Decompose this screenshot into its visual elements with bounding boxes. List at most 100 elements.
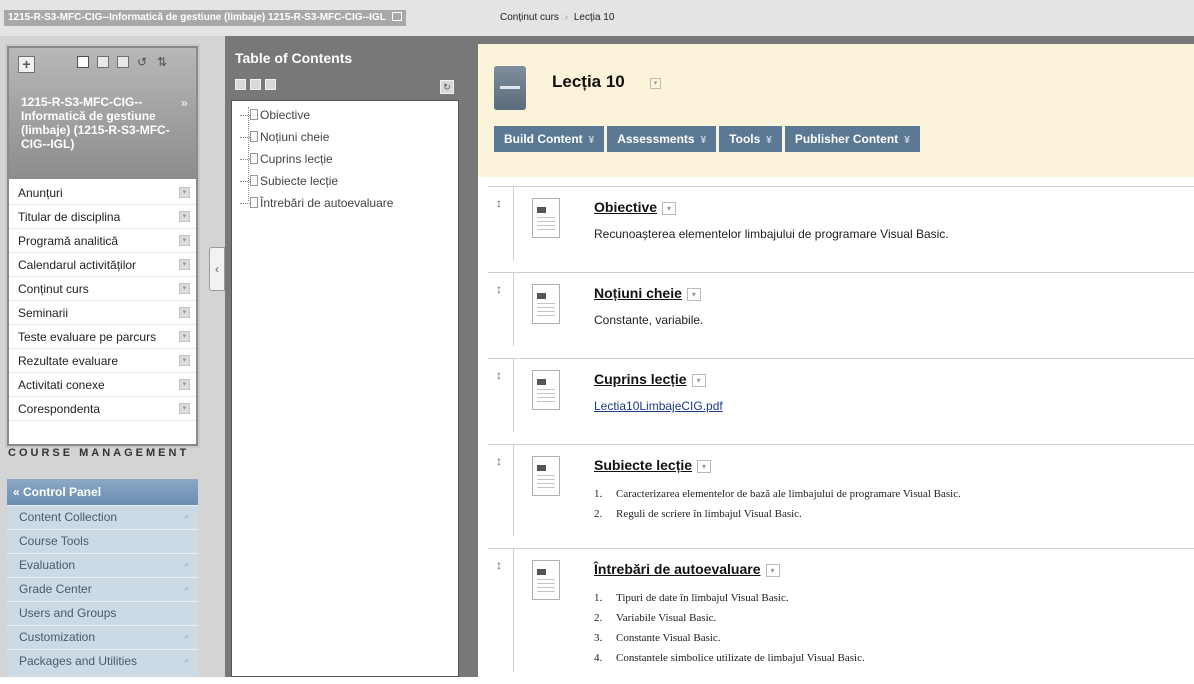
breadcrumb-section[interactable]: Conținut curs: [500, 12, 559, 23]
drag-handle-icon[interactable]: ↕: [496, 369, 506, 381]
collapse-menu-button[interactable]: ‹: [209, 247, 225, 291]
expand-arrow-icon[interactable]: »: [181, 583, 192, 594]
refresh-icon[interactable]: ↺: [137, 56, 149, 68]
drag-handle-icon[interactable]: ↕: [496, 283, 506, 295]
control-panel-item[interactable]: Users and Groups: [7, 601, 198, 625]
item-menu-icon[interactable]: ▾: [179, 379, 190, 390]
course-menu-item-label[interactable]: Rezultate evaluare: [18, 354, 118, 368]
course-menu-item-label[interactable]: Seminarii: [18, 306, 68, 320]
item-title[interactable]: Întrebări de autoevaluare: [594, 561, 761, 577]
course-menu-item[interactable]: Activitati conexe ▾: [9, 373, 196, 397]
control-panel-item-label[interactable]: Content Collection: [19, 510, 117, 524]
control-panel-item[interactable]: Content Collection »: [7, 505, 198, 529]
breadcrumb-menu-icon[interactable]: [392, 12, 403, 21]
item-menu-icon[interactable]: ▾: [179, 331, 190, 342]
item-menu-icon[interactable]: ▾: [179, 259, 190, 270]
page-options-icon[interactable]: ▾: [650, 78, 661, 89]
add-menu-item-button[interactable]: +: [18, 56, 35, 73]
course-menu-item[interactable]: Programă analitică ▾: [9, 229, 196, 253]
control-panel-item-label[interactable]: Users and Groups: [19, 606, 116, 620]
tools-button[interactable]: Tools ¥: [719, 126, 782, 152]
item-title[interactable]: Obiective: [594, 199, 657, 215]
toc-item-label[interactable]: Cuprins lecție: [260, 152, 333, 166]
course-menu-item[interactable]: Corespondenta ▾: [9, 397, 196, 421]
control-panel-item-label[interactable]: Packages and Utilities: [19, 654, 137, 668]
control-panel-item-label[interactable]: Customization: [19, 630, 95, 644]
course-menu-item[interactable]: Seminarii ▾: [9, 301, 196, 325]
toc-item-label[interactable]: Noțiuni cheie: [260, 130, 329, 144]
course-title[interactable]: 1215-R-S3-MFC-CIG--Informatică de gestiu…: [21, 95, 171, 151]
drag-handle-icon[interactable]: ↕: [496, 559, 506, 571]
control-panel-item[interactable]: Course Tools: [7, 529, 198, 553]
control-panel-header[interactable]: « Control Panel: [7, 479, 198, 505]
course-menu-item[interactable]: Rezultate evaluare ▾: [9, 349, 196, 373]
control-panel-label[interactable]: Control Panel: [23, 485, 101, 499]
course-menu-item-label[interactable]: Programă analitică: [18, 234, 118, 248]
breadcrumb-course-label[interactable]: 1215-R-S3-MFC-CIG--Informatică de gestiu…: [8, 12, 386, 23]
course-menu-item-label[interactable]: Activitati conexe: [18, 378, 105, 392]
control-panel-item[interactable]: Customization »: [7, 625, 198, 649]
drag-handle-icon[interactable]: ↕: [496, 197, 506, 209]
item-title[interactable]: Noțiuni cheie: [594, 285, 682, 301]
item-menu-icon[interactable]: ▾: [179, 235, 190, 246]
course-menu-item-label[interactable]: Anunțuri: [18, 186, 63, 200]
publisher-content-button[interactable]: Publisher Content ¥: [784, 126, 920, 152]
control-panel-item-label[interactable]: Grade Center: [19, 582, 92, 596]
item-menu-icon[interactable]: ▾: [179, 403, 190, 414]
item-menu-icon[interactable]: ▾: [179, 211, 190, 222]
assessments-button[interactable]: Assessments ¥: [607, 126, 717, 152]
assessments-label[interactable]: Assessments: [617, 132, 694, 146]
toc-item-label[interactable]: Întrebări de autoevaluare: [260, 196, 393, 210]
drag-handle-icon[interactable]: ↕: [496, 455, 506, 467]
control-panel-item[interactable]: Packages and Utilities »: [7, 649, 198, 673]
control-panel-item-label[interactable]: Course Tools: [19, 534, 89, 548]
toc-refresh-icon[interactable]: ↻: [440, 80, 454, 94]
item-options-icon[interactable]: ▾: [697, 460, 712, 473]
collapse-all-icon[interactable]: [250, 79, 261, 90]
course-menu-item-label[interactable]: Calendarul activităților: [18, 258, 136, 272]
course-menu-item[interactable]: Calendarul activităților ▾: [9, 253, 196, 277]
toc-item[interactable]: Subiecte lecție: [240, 173, 393, 195]
item-menu-icon[interactable]: ▾: [179, 187, 190, 198]
expand-arrow-icon[interactable]: »: [181, 655, 192, 666]
course-menu-item[interactable]: Anunțuri ▾: [9, 181, 196, 205]
item-menu-icon[interactable]: ▾: [179, 307, 190, 318]
toc-item[interactable]: Noțiuni cheie: [240, 129, 393, 151]
toc-options-icon[interactable]: [265, 79, 276, 90]
course-menu-item[interactable]: Teste evaluare pe parcurs ▾: [9, 325, 196, 349]
expand-arrow-icon[interactable]: »: [181, 559, 192, 570]
build-content-label[interactable]: Build Content: [504, 132, 583, 146]
item-menu-icon[interactable]: ▾: [179, 283, 190, 294]
course-title-arrow-icon[interactable]: »: [181, 96, 188, 110]
breadcrumb-course[interactable]: 1215-R-S3-MFC-CIG--Informatică de gestiu…: [4, 10, 407, 26]
expand-all-icon[interactable]: [235, 79, 246, 90]
tools-label[interactable]: Tools: [729, 132, 760, 146]
control-panel-item[interactable]: Grade Center »: [7, 577, 198, 601]
item-options-icon[interactable]: ▾: [686, 288, 701, 301]
folder-view-icon[interactable]: [97, 56, 109, 68]
expand-arrow-icon[interactable]: »: [181, 511, 192, 522]
course-menu-item[interactable]: Conținut curs ▾: [9, 277, 196, 301]
item-title[interactable]: Subiecte lecție: [594, 457, 692, 473]
item-options-icon[interactable]: ▾: [765, 564, 780, 577]
list-view-icon[interactable]: [77, 56, 89, 68]
control-panel-item[interactable]: Evaluation »: [7, 553, 198, 577]
course-menu-item-label[interactable]: Conținut curs: [18, 282, 89, 296]
item-title[interactable]: Cuprins lecție: [594, 371, 687, 387]
course-menu-item-label[interactable]: Titular de disciplina: [18, 210, 120, 224]
item-menu-icon[interactable]: ▾: [179, 355, 190, 366]
control-panel-item-label[interactable]: Evaluation: [19, 558, 75, 572]
new-window-icon[interactable]: [117, 56, 129, 68]
toc-item-label[interactable]: Obiective: [260, 108, 310, 122]
publisher-content-label[interactable]: Publisher Content: [795, 132, 898, 146]
attachment-link[interactable]: Lectia10LimbajeCIG.pdf: [594, 399, 1194, 413]
build-content-button[interactable]: Build Content ¥: [494, 126, 605, 152]
course-menu-item[interactable]: Titular de disciplina ▾: [9, 205, 196, 229]
item-options-icon[interactable]: ▾: [691, 374, 706, 387]
toc-item[interactable]: Cuprins lecție: [240, 151, 393, 173]
course-menu-item-label[interactable]: Corespondenta: [18, 402, 100, 416]
reorder-icon[interactable]: ⇅: [157, 56, 169, 68]
toc-item[interactable]: Întrebări de autoevaluare: [240, 195, 393, 217]
item-options-icon[interactable]: ▾: [662, 202, 677, 215]
course-menu-item-label[interactable]: Teste evaluare pe parcurs: [18, 330, 156, 344]
